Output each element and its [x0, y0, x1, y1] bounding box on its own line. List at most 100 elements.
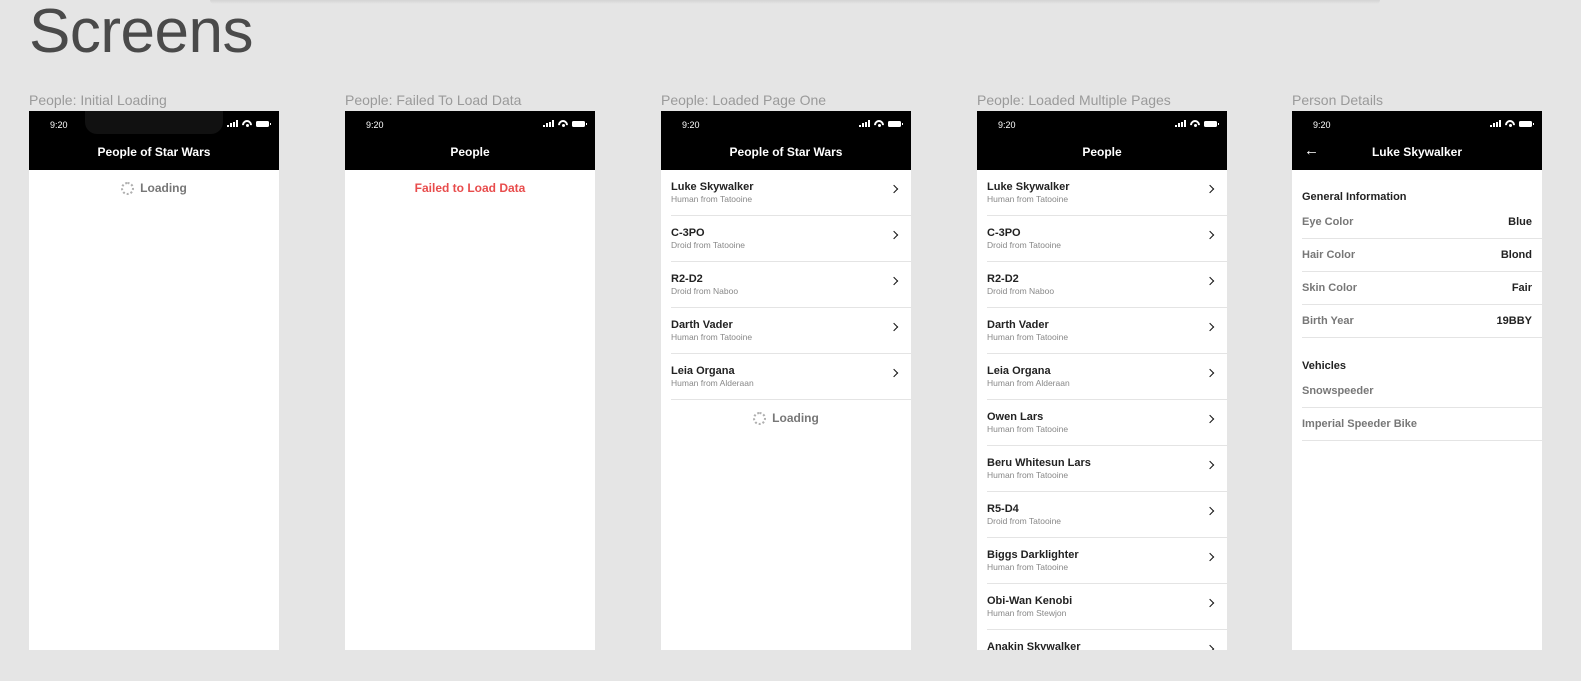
person-row[interactable]: Anakin Skywalker [987, 630, 1227, 650]
person-subtitle: Human from Tatooine [987, 562, 1069, 572]
loading-indicator: Loading [29, 181, 279, 195]
navbar: 9:20 People of Star Wars [29, 111, 279, 170]
navbar: 9:20 People [977, 111, 1227, 170]
person-name: Anakin Skywalker [987, 641, 1081, 650]
wifi-icon [874, 120, 884, 127]
person-row[interactable]: Leia Organa Human from Alderaan [671, 354, 911, 400]
chevron-right-icon [1205, 598, 1215, 608]
signal-icon [859, 120, 870, 127]
detail-label: Skin Color [1302, 282, 1358, 294]
person-name: Leia Organa [671, 365, 735, 377]
phone-person-details: 9:20 ← Luke Skywalker General Informatio… [1292, 111, 1542, 650]
person-row[interactable]: Owen Lars Human from Tatooine [987, 400, 1227, 446]
status-time: 9:20 [1313, 120, 1331, 130]
person-row[interactable]: Beru Whitesun Lars Human from Tatooine [987, 446, 1227, 492]
person-row[interactable]: C-3PO Droid from Tatooine [671, 216, 911, 262]
person-name: Darth Vader [671, 319, 733, 331]
person-name: R2-D2 [987, 273, 1019, 285]
person-row[interactable]: R2-D2 Droid from Naboo [671, 262, 911, 308]
status-icons [543, 120, 587, 127]
phone-initial-loading: 9:20 People of Star Wars Loading [29, 111, 279, 650]
navbar: 9:20 People [345, 111, 595, 170]
person-name: Luke Skywalker [671, 181, 754, 193]
vehicle-row[interactable]: Snowspeeder [1302, 375, 1542, 408]
navbar: 9:20 ← Luke Skywalker [1292, 111, 1542, 170]
detail-label: Hair Color [1302, 249, 1356, 261]
vehicle-row[interactable]: Imperial Speeder Bike [1302, 408, 1542, 441]
wifi-icon [558, 120, 568, 127]
battery-icon [1519, 120, 1534, 127]
person-row[interactable]: R2-D2 Droid from Naboo [987, 262, 1227, 308]
person-row[interactable]: Obi-Wan Kenobi Human from Stewjon [987, 584, 1227, 630]
frame-label-multiple-pages: People: Loaded Multiple Pages [977, 92, 1171, 108]
detail-value: 19BBY [1496, 315, 1532, 327]
frame-label-failed: People: Failed To Load Data [345, 92, 522, 108]
vehicle-name: Snowspeeder [1302, 385, 1374, 397]
person-row[interactable]: Leia Organa Human from Alderaan [987, 354, 1227, 400]
chevron-right-icon [1205, 322, 1215, 332]
chevron-right-icon [1205, 368, 1215, 378]
battery-icon [888, 120, 903, 127]
chevron-right-icon [1205, 414, 1215, 424]
detail-value: Blond [1500, 249, 1532, 261]
status-time: 9:20 [366, 120, 384, 130]
person-name: C-3PO [987, 227, 1021, 239]
person-row[interactable]: C-3PO Droid from Tatooine [987, 216, 1227, 262]
canvas-top-shadow [210, 0, 1380, 4]
person-row[interactable]: Luke Skywalker Human from Tatooine [987, 170, 1227, 216]
person-subtitle: Human from Tatooine [987, 194, 1069, 204]
chevron-right-icon [889, 368, 899, 378]
person-subtitle: Droid from Naboo [671, 286, 739, 296]
vehicles-list: Snowspeeder Imperial Speeder Bike [1292, 375, 1542, 441]
chevron-right-icon [1205, 276, 1215, 286]
nav-title: People [1082, 145, 1122, 159]
phone-loaded-multiple-pages: 9:20 People Luke Skywalker Human from Tat… [977, 111, 1227, 650]
person-row[interactable]: Darth Vader Human from Tatooine [671, 308, 911, 354]
detail-value: Blue [1508, 216, 1532, 228]
chevron-right-icon [1205, 184, 1215, 194]
person-subtitle: Human from Tatooine [671, 332, 753, 342]
nav-title: Luke Skywalker [1371, 145, 1463, 159]
frame-label-initial-loading: People: Initial Loading [29, 92, 167, 108]
person-name: Leia Organa [987, 365, 1051, 377]
detail-label: Eye Color [1302, 216, 1354, 228]
signal-icon [227, 120, 238, 127]
battery-icon [572, 120, 587, 127]
person-name: Beru Whitesun Lars [987, 457, 1091, 469]
person-row[interactable]: R5-D4 Droid from Tatooine [987, 492, 1227, 538]
nav-title: People [450, 145, 490, 159]
chevron-right-icon [889, 276, 899, 286]
page-title: Screens [29, 0, 253, 66]
person-name: C-3PO [671, 227, 705, 239]
person-row[interactable]: Biggs Darklighter Human from Tatooine [987, 538, 1227, 584]
error-message: Failed to Load Data [414, 181, 526, 195]
person-name: Obi-Wan Kenobi [987, 595, 1073, 607]
section-title-vehicles: Vehicles [1302, 360, 1347, 372]
person-row[interactable]: Luke Skywalker Human from Tatooine [671, 170, 911, 216]
chevron-right-icon [889, 184, 899, 194]
signal-icon [1175, 120, 1186, 127]
person-subtitle: Droid from Tatooine [987, 516, 1062, 526]
phone-failed-to-load: 9:20 People Failed to Load Data [345, 111, 595, 650]
status-icons [859, 120, 903, 127]
wifi-icon [242, 120, 252, 127]
spinner-icon [121, 181, 135, 195]
chevron-right-icon [1205, 230, 1215, 240]
person-subtitle: Human from Tatooine [987, 424, 1069, 434]
section-title-general: General Information [1302, 191, 1407, 203]
person-name: Darth Vader [987, 319, 1049, 331]
battery-icon [1204, 120, 1219, 127]
person-subtitle: Droid from Tatooine [987, 240, 1062, 250]
nav-title: People of Star Wars [97, 145, 211, 159]
chevron-right-icon [1205, 506, 1215, 516]
wifi-icon [1190, 120, 1200, 127]
status-time: 9:20 [682, 120, 700, 130]
person-row[interactable]: Darth Vader Human from Tatooine [987, 308, 1227, 354]
people-list: Luke Skywalker Human from Tatooine C-3PO D… [987, 170, 1227, 650]
chevron-right-icon [1205, 552, 1215, 562]
status-icons [227, 120, 271, 127]
person-subtitle: Human from Stewjon [987, 608, 1067, 618]
wifi-icon [1505, 120, 1515, 127]
spinner-icon [753, 411, 767, 425]
loading-indicator: Loading [661, 411, 911, 425]
